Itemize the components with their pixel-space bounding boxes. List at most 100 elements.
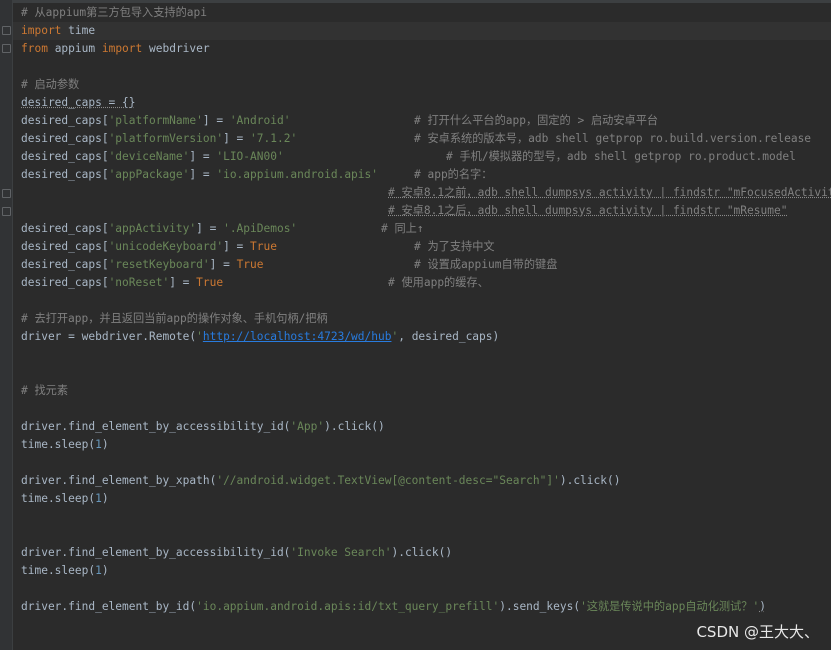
code-text: desired_caps[ (21, 132, 109, 145)
code-line-driver: driver = webdriver.Remote('http://localh… (21, 329, 499, 345)
code-line-comment: # 从appium第三方包导入支持的api (21, 6, 207, 19)
code-text: appium (47, 42, 102, 55)
code-text: desired_caps[ (21, 222, 109, 235)
code-editor[interactable]: # 从appium第三方包导入支持的api import time from a… (0, 0, 831, 650)
inline-comment: # 手机/模拟器的型号，adb shell getprop ro.product… (446, 150, 796, 163)
string: '//android.widget.TextView[@content-desc… (216, 474, 560, 487)
string: 'platformName' (108, 114, 203, 127)
string: '这就是传说中的app自动化测试？' (580, 600, 760, 613)
number: 1 (95, 438, 102, 451)
code-text: time (61, 24, 96, 37)
keyword: True (250, 240, 277, 253)
string: 'appActivity' (108, 222, 197, 235)
code-text: driver = webdriver.Remote( (21, 330, 197, 343)
keyword: True (196, 276, 224, 289)
string: 'noReset' (108, 276, 170, 289)
string: 'Android' (229, 114, 291, 127)
watermark: CSDN @王大大、 (696, 623, 819, 641)
code-text: ).click() (324, 420, 385, 433)
string: 'io.appium.android.apis' (216, 168, 378, 181)
code-line-desired-caps: desired_caps = {} (21, 96, 136, 109)
string: 'appPackage' (108, 168, 190, 181)
code-text: desired_caps[ (21, 114, 109, 127)
string: 'LIO-AN00' (216, 150, 284, 163)
code-text: desired_caps[ (21, 276, 109, 289)
code-line-find-app: driver.find_element_by_accessibility_id(… (21, 419, 385, 435)
keyword: import (21, 24, 62, 37)
code-text: desired_caps[ (21, 258, 109, 271)
code-line-import-time: import time (21, 23, 95, 39)
code-text: driver.find_element_by_accessibility_id( (21, 420, 291, 433)
code-text: driver.find_element_by_accessibility_id( (21, 546, 291, 559)
string: ' (196, 330, 203, 343)
code-line-cap: desired_caps['platformName'] = 'Android' (21, 113, 290, 129)
code-line-comment: # 去打开app，并且返回当前app的操作对象、手机句柄/把柄 (21, 312, 328, 325)
string: 'deviceName' (108, 150, 190, 163)
inline-comment: # 为了支持中文 (414, 240, 495, 253)
inline-comment: # 设置成appium自带的键盘 (414, 258, 558, 271)
inline-comment: # 使用app的缓存、 (388, 276, 489, 289)
code-text: ] = (202, 114, 230, 127)
code-text: webdriver (142, 42, 210, 55)
code-text: ).click() (559, 474, 621, 487)
code-line-find-invoke: driver.find_element_by_accessibility_id(… (21, 545, 452, 561)
code-line-cap: desired_caps['deviceName'] = 'LIO-AN00' (21, 149, 284, 165)
string: '7.1.2' (250, 132, 298, 145)
number: 1 (95, 492, 102, 505)
code-text: , desired_caps) (398, 330, 500, 343)
string: 'platformVersion' (108, 132, 224, 145)
code-text: ] = (169, 276, 197, 289)
code-text: ] = (223, 132, 251, 145)
code-line-import-webdriver: from appium import webdriver (21, 41, 210, 57)
code-text: ] = (189, 168, 217, 181)
inline-comment: # 同上↑ (381, 222, 424, 235)
inline-comment: # app的名字： (414, 168, 493, 181)
editor-gutter (0, 0, 13, 650)
string: 'resetKeyboard' (108, 258, 210, 271)
code-line-sleep: time.sleep(1) (21, 563, 109, 579)
code-text: ) (101, 564, 109, 577)
fold-marker-icon[interactable] (2, 44, 11, 53)
editor-top-border (0, 0, 831, 3)
fold-marker-icon[interactable] (2, 26, 11, 35)
code-line-find-xpath: driver.find_element_by_xpath('//android.… (21, 473, 620, 489)
current-line-highlight (13, 22, 831, 40)
string: 'io.appium.android.apis:id/txt_query_pre… (196, 600, 500, 613)
code-text: time.sleep( (21, 492, 96, 505)
code-line-comment: # 启动参数 (21, 78, 80, 91)
string: 'Invoke Search' (290, 546, 392, 559)
number: 1 (95, 564, 102, 577)
fold-marker-icon[interactable] (2, 207, 11, 216)
inline-comment: # 打开什么平台的app，固定的 > 启动安卓平台 (414, 114, 659, 127)
code-text: ) (101, 438, 109, 451)
code-text: ] = (189, 150, 217, 163)
code-text: ) (759, 600, 766, 613)
code-text: ).send_keys( (499, 600, 581, 613)
keyword: from (21, 42, 48, 55)
code-text: desired_caps[ (21, 150, 109, 163)
inline-comment: # 安卓8.1之前，adb shell dumpsys activity | f… (388, 186, 831, 199)
code-line-comment: # 找元素 (21, 384, 69, 397)
string: '.ApiDemos' (223, 222, 298, 235)
code-text: desired_caps[ (21, 240, 109, 253)
fold-marker-icon[interactable] (2, 189, 11, 198)
code-line-cap: desired_caps['appPackage'] = 'io.appium.… (21, 167, 378, 183)
code-text: time.sleep( (21, 438, 96, 451)
inline-comment: # 安卓8.1之后，adb shell dumpsys activity | f… (388, 204, 788, 217)
code-text: time.sleep( (21, 564, 96, 577)
code-line-cap: desired_caps['unicodeKeyboard'] = True (21, 239, 277, 255)
code-line-cap: desired_caps['platformVersion'] = '7.1.2… (21, 131, 297, 147)
string: 'App' (290, 420, 325, 433)
code-text: driver.find_element_by_xpath( (21, 474, 217, 487)
keyword: import (101, 42, 143, 55)
code-text: ] = (209, 258, 237, 271)
code-line-sleep: time.sleep(1) (21, 491, 109, 507)
code-line-sleep: time.sleep(1) (21, 437, 109, 453)
code-text: ) (101, 492, 109, 505)
code-text: ] = (196, 222, 224, 235)
keyword: True (236, 258, 264, 271)
code-text: driver.find_element_by_id( (21, 600, 197, 613)
code-line-cap: desired_caps['noReset'] = True (21, 275, 223, 291)
url-link[interactable]: http://localhost:4723/wd/hub (203, 330, 392, 343)
string: 'unicodeKeyboard' (108, 240, 224, 253)
